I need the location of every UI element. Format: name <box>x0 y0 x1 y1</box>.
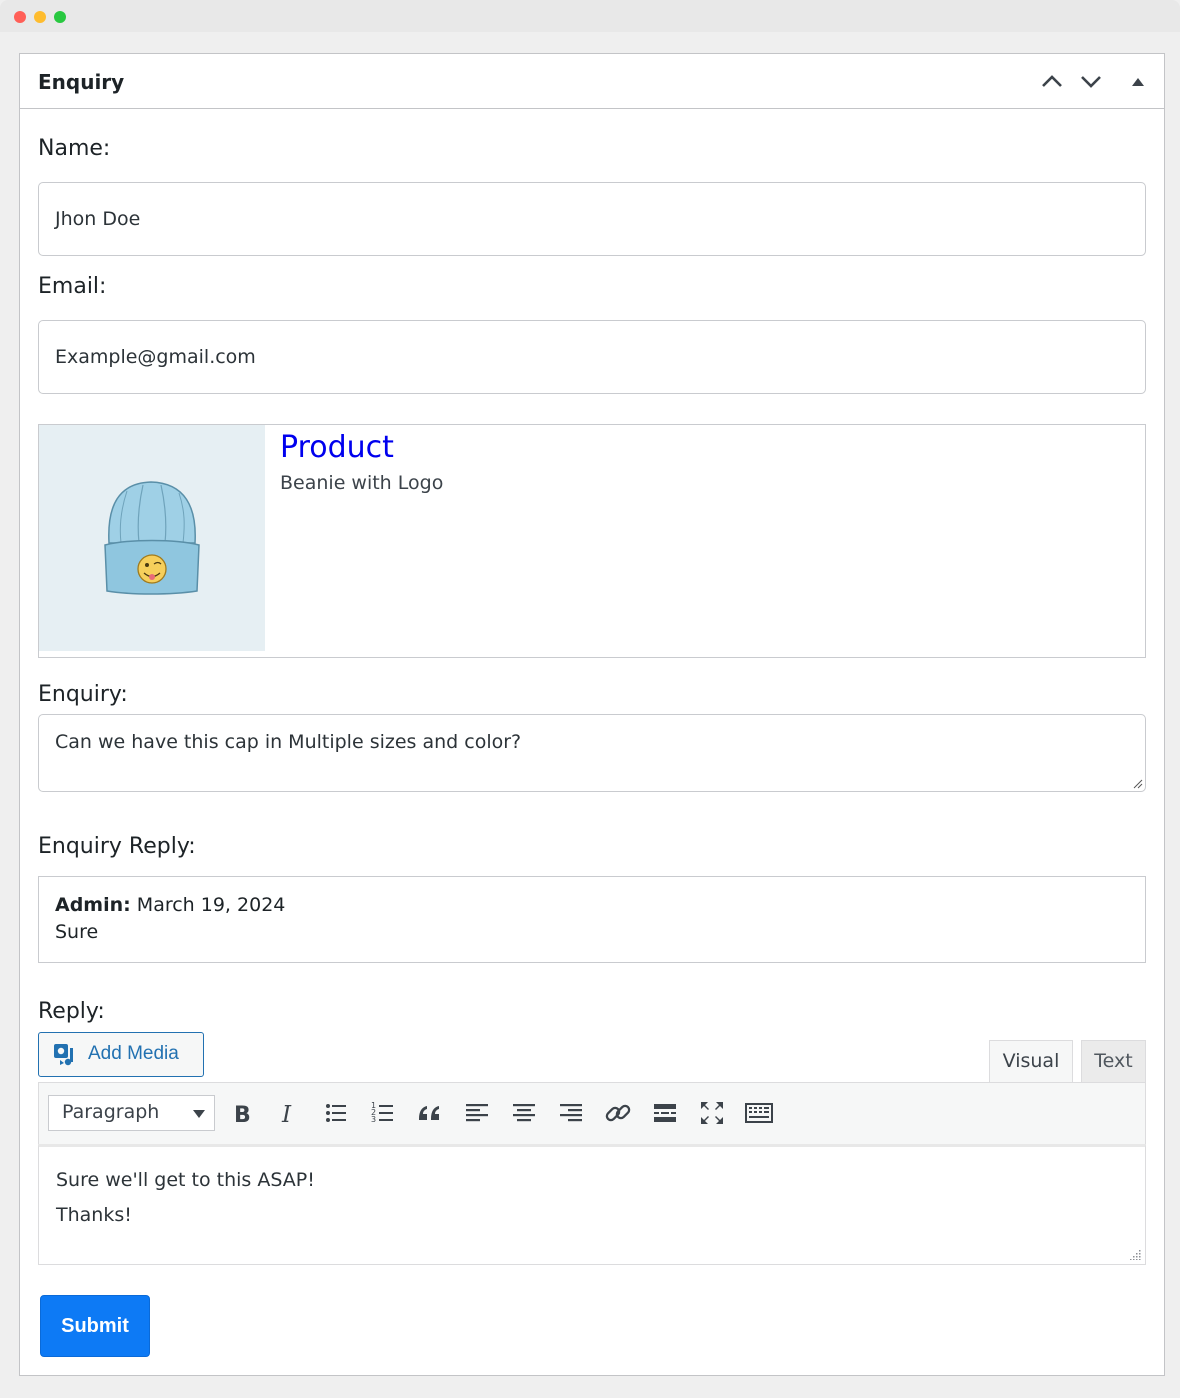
tab-visual[interactable]: Visual <box>989 1040 1073 1083</box>
email-field[interactable]: Example@gmail.com <box>38 320 1146 394</box>
beanie-image <box>39 425 265 651</box>
name-label: Name: <box>38 136 111 161</box>
maximize-window-button[interactable] <box>54 11 66 23</box>
fullscreen-icon <box>701 1102 723 1124</box>
numbered-list-button[interactable]: 1 2 3 <box>367 1097 399 1129</box>
link-icon <box>605 1104 631 1122</box>
reply-date: March 19, 2024 <box>136 894 286 916</box>
move-down-button[interactable] <box>1077 68 1105 96</box>
reply-history: Admin: March 19, 2024 Sure <box>38 876 1146 963</box>
enquiry-reply-label: Enquiry Reply: <box>38 834 196 859</box>
bulleted-list-button[interactable] <box>320 1097 352 1129</box>
toggle-panel-button[interactable] <box>1124 68 1152 96</box>
resize-grip-icon[interactable] <box>1129 1248 1141 1260</box>
product-name: Beanie with Logo <box>280 472 444 494</box>
window-titlebar <box>0 0 1180 32</box>
product-card: Product Beanie with Logo <box>38 424 1146 658</box>
add-media-button[interactable]: Add Media <box>38 1032 204 1077</box>
chevron-up-icon <box>1042 75 1062 87</box>
align-right-button[interactable] <box>555 1097 587 1129</box>
product-link[interactable]: Product <box>280 430 394 465</box>
enquiry-textarea[interactable]: Can we have this cap in Multiple sizes a… <box>38 714 1146 792</box>
minimize-window-button[interactable] <box>34 11 46 23</box>
reply-editor[interactable]: Sure we'll get to this ASAP! Thanks! <box>38 1144 1146 1265</box>
italic-button[interactable]: I <box>273 1097 305 1129</box>
blockquote-button[interactable] <box>414 1097 446 1129</box>
close-window-button[interactable] <box>14 11 26 23</box>
reply-author: Admin: <box>55 894 131 916</box>
format-select-value: Paragraph <box>62 1101 160 1123</box>
align-right-icon <box>560 1104 582 1122</box>
media-icon <box>54 1044 73 1066</box>
tab-text[interactable]: Text <box>1081 1040 1146 1083</box>
toolbar-toggle-icon <box>745 1103 773 1123</box>
enquiry-panel: Enquiry Name: Jhon Doe Email: Example@gm… <box>19 53 1165 1376</box>
add-media-label: Add Media <box>88 1043 179 1064</box>
editor-toolbar: Paragraph B I 1 2 3 <box>38 1082 1146 1145</box>
svg-text:B: B <box>234 1103 251 1128</box>
numbered-list-icon: 1 2 3 <box>371 1101 393 1124</box>
reply-label: Reply: <box>38 999 105 1024</box>
enquiry-label: Enquiry: <box>38 682 128 707</box>
panel-header: Enquiry <box>20 54 1164 109</box>
format-select[interactable]: Paragraph <box>48 1095 215 1131</box>
blockquote-icon <box>419 1106 439 1120</box>
italic-icon: I <box>281 1102 292 1128</box>
caret-down-icon <box>193 1110 205 1118</box>
email-label: Email: <box>38 274 107 299</box>
chevron-down-icon <box>1081 76 1101 88</box>
reply-meta: Admin: March 19, 2024 <box>55 893 1129 917</box>
bulleted-list-icon <box>326 1104 346 1122</box>
align-center-button[interactable] <box>508 1097 540 1129</box>
align-center-icon <box>513 1104 535 1122</box>
align-left-button[interactable] <box>461 1097 493 1129</box>
toolbar-toggle-button[interactable] <box>743 1097 775 1129</box>
read-more-button[interactable] <box>649 1097 681 1129</box>
bold-icon: B <box>234 1103 251 1128</box>
read-more-icon <box>654 1104 676 1122</box>
resize-handle-icon[interactable] <box>1132 778 1143 789</box>
svg-text:I: I <box>281 1102 292 1128</box>
align-left-icon <box>466 1104 488 1122</box>
bold-button[interactable]: B <box>226 1097 258 1129</box>
enquiry-text: Can we have this cap in Multiple sizes a… <box>55 731 522 753</box>
insert-link-button[interactable] <box>602 1097 634 1129</box>
panel-title: Enquiry <box>38 70 125 94</box>
svg-text:3: 3 <box>371 1115 376 1124</box>
fullscreen-button[interactable] <box>696 1097 728 1129</box>
name-field[interactable]: Jhon Doe <box>38 182 1146 256</box>
editor-line: Sure we'll get to this ASAP! <box>56 1169 315 1191</box>
submit-button[interactable]: Submit <box>40 1295 150 1357</box>
reply-message: Sure <box>55 921 99 943</box>
triangle-up-icon <box>1132 78 1144 86</box>
editor-line: Thanks! <box>56 1204 132 1226</box>
move-up-button[interactable] <box>1038 68 1066 96</box>
